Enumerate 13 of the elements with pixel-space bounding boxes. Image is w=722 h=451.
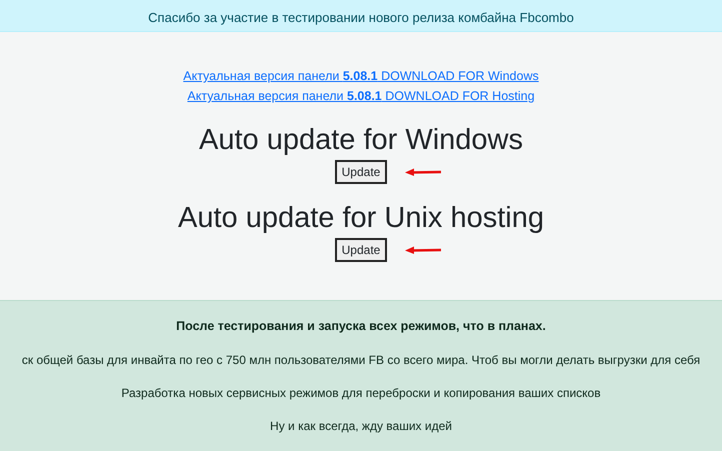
plans-heading: После тестирования и запуска всех режимов, что в планах.	[176, 318, 546, 335]
section-heading: Auto update for Unix hosting	[178, 201, 544, 236]
arrow-annotation	[405, 246, 444, 254]
update-button[interactable]: Update	[334, 238, 388, 262]
plan-item: ск общей базы для инвайта по гео с 750 млн пользователями FB со всего мира. Чтоб вы могли делать выгрузки для себя	[22, 352, 700, 369]
download-link[interactable]: Актуальная версия панели 5.08.1 DOWNLOAD FOR Hosting	[187, 86, 535, 106]
arrow-annotation	[405, 168, 444, 176]
section-heading: Auto update for Windows	[198, 123, 523, 158]
plan-item: Разработка новых сервисных режимов для переброски и копирования ваших списков	[121, 384, 601, 402]
plan-item: Ну и как всегда, жду ваших идей	[270, 418, 452, 435]
banner-text: Спасибо за участие в тестировании нового релиза комбайна Fbcombo	[148, 9, 574, 27]
download-link[interactable]: Актуальная версия панели 5.08.1 DOWNLOAD FOR Windows	[183, 66, 539, 86]
update-button[interactable]: Update	[334, 160, 388, 184]
